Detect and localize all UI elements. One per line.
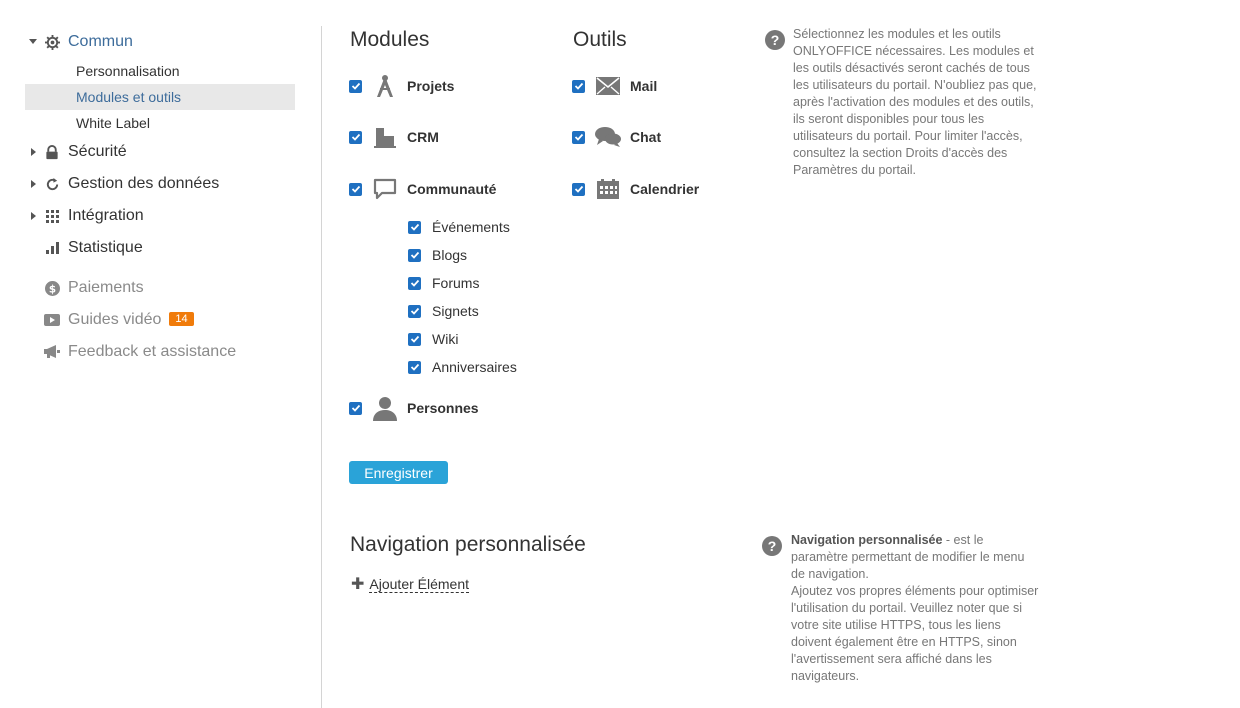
chat-bubbles-icon [595,124,621,150]
tool-chat-label: Chat [630,129,662,145]
module-crm[interactable]: CRM [349,124,439,150]
bar-chart-icon [44,240,60,256]
checkbox-chat[interactable] [572,130,585,144]
help-nav-bold: Navigation personnalisée [791,533,943,547]
nav-paiements-label: Paiements [68,279,144,296]
grid-icon [44,208,60,224]
nav-securite[interactable]: Sécurité [25,136,295,168]
add-element-link[interactable]: ✚ Ajouter Élément [351,574,470,594]
nav-statistique-label: Statistique [68,239,143,256]
chevron-right-icon[interactable] [31,148,36,156]
envelope-icon [595,73,621,99]
lock-icon [44,144,60,160]
nav-paiements[interactable]: $ Paiements [25,272,295,304]
nav-securite-label: Sécurité [68,143,127,160]
chevron-right-icon[interactable] [31,212,36,220]
megaphone-icon [44,344,60,360]
tool-mail-label: Mail [630,78,658,94]
nav-feedback[interactable]: Feedback et assistance [25,336,295,368]
svg-text:$: $ [48,283,55,295]
checkbox-signets[interactable] [408,304,421,318]
nav-guides-label: Guides vidéo 14 [68,311,194,329]
sidebar-item-white-label[interactable]: White Label [25,110,295,136]
nav-integration-label: Intégration [68,207,144,224]
video-play-icon [44,312,60,328]
modules-title: Modules [350,28,430,51]
sub-wiki[interactable]: Wiki [408,329,458,349]
nav-guides-video[interactable]: Guides vidéo 14 [25,304,295,336]
sub-anniversaires-label: Anniversaires [432,359,517,375]
checkbox-communaute[interactable] [349,182,362,196]
checkbox-projets[interactable] [349,79,362,93]
tool-chat[interactable]: Chat [572,124,661,150]
chevron-right-icon[interactable] [31,180,36,188]
checkbox-calendrier[interactable] [572,182,585,196]
help-nav-rest2: Ajoutez vos propres éléments pour optimi… [791,584,1039,683]
gear-icon [44,34,60,50]
module-communaute-label: Communauté [407,181,497,197]
module-crm-label: CRM [407,129,439,145]
module-projets-label: Projets [407,78,455,94]
nav-commun-label: Commun [68,33,133,50]
nav-gestion[interactable]: Gestion des données [25,168,295,200]
tool-calendrier-label: Calendrier [630,181,700,197]
checkbox-crm[interactable] [349,130,362,144]
sub-wiki-label: Wiki [432,331,459,347]
save-button[interactable]: Enregistrer [349,461,448,484]
sidebar-item-modules-outils[interactable]: Modules et outils [25,84,295,110]
person-icon [372,395,398,421]
help-question-icon[interactable]: ? [765,30,785,50]
sub-evenements-label: Événements [432,219,510,235]
checkbox-personnes[interactable] [349,401,362,415]
checkbox-anniversaires[interactable] [408,360,421,374]
vertical-divider [321,26,322,708]
sub-signets[interactable]: Signets [408,301,479,321]
sub-blogs-label: Blogs [432,247,468,263]
tool-mail[interactable]: Mail [572,73,657,99]
sub-blogs[interactable]: Blogs [408,245,467,265]
guides-count-badge: 14 [169,312,194,326]
sub-forums-label: Forums [432,275,480,291]
add-element-label: Ajouter Élément [369,575,470,593]
sub-forums[interactable]: Forums [408,273,479,293]
module-communaute[interactable]: Communauté [349,176,496,202]
compass-icon [372,73,398,99]
checkbox-wiki[interactable] [408,332,421,346]
sub-evenements[interactable]: Événements [408,217,510,237]
nav-statistique[interactable]: Statistique [25,232,295,264]
nav-feedback-label: Feedback et assistance [68,343,237,360]
module-projets[interactable]: Projets [349,73,454,99]
checkbox-forums[interactable] [408,276,421,290]
sub-signets-label: Signets [432,303,479,319]
calendar-icon [595,176,621,202]
tool-calendrier[interactable]: Calendrier [572,176,699,202]
help-question-icon[interactable]: ? [762,536,782,556]
nav-integration[interactable]: Intégration [25,200,295,232]
help-modules-text: Sélectionnez les modules et les outils O… [793,27,1037,177]
nav-commun[interactable]: Commun [25,26,295,58]
module-personnes-label: Personnes [407,400,479,416]
chevron-down-icon[interactable] [29,39,37,44]
refresh-icon [44,176,60,192]
sidebar: Commun Personnalisation Modules et outil… [25,26,295,368]
speech-bubble-icon [372,176,398,202]
nav-gestion-label: Gestion des données [68,175,220,192]
checkbox-mail[interactable] [572,79,585,93]
building-icon [372,124,398,150]
guides-label-text: Guides vidéo [68,311,162,328]
dollar-icon: $ [44,280,60,296]
sub-anniversaires[interactable]: Anniversaires [408,357,517,377]
custom-nav-title: Navigation personnalisée [350,533,586,556]
help-nav-text: Navigation personnalisée - est le paramè… [791,532,1041,685]
plus-icon: ✚ [351,576,365,593]
outils-title: Outils [573,28,627,51]
sidebar-item-personnalisation[interactable]: Personnalisation [25,58,295,84]
checkbox-blogs[interactable] [408,248,421,262]
module-personnes[interactable]: Personnes [349,395,479,421]
checkbox-evenements[interactable] [408,220,421,234]
